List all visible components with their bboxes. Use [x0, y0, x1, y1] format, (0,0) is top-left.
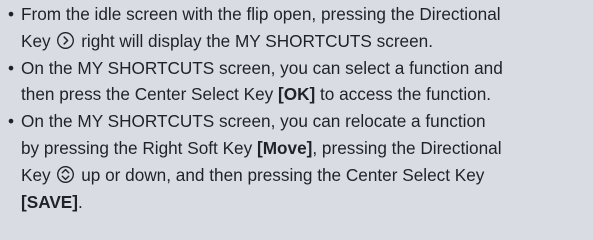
text-line: by pressing the Right Soft Key [Move], p…	[21, 135, 587, 162]
directional-up-down-icon	[56, 165, 75, 184]
text-run: , pressing the Directional	[312, 137, 502, 158]
text-line: On the MY SHORTCUTS screen, you can sele…	[21, 55, 587, 82]
list-item: • From the idle screen with the flip ope…	[8, 1, 587, 55]
text-run: then press the Center Select Key	[21, 84, 278, 105]
text-run: On the MY SHORTCUTS screen, you can sele…	[21, 57, 503, 78]
list-item: • On the MY SHORTCUTS screen, you can re…	[8, 108, 587, 215]
text-line: On the MY SHORTCUTS screen, you can relo…	[21, 108, 587, 135]
text-run: to access the function.	[315, 84, 492, 105]
bullet-dot: •	[8, 4, 15, 24]
text-run: On the MY SHORTCUTS screen, you can relo…	[21, 111, 486, 132]
text-line: then press the Center Select Key [OK] to…	[21, 81, 587, 108]
bullet-dot: •	[8, 57, 15, 78]
text-run: up or down, and then pressing the Center…	[81, 164, 485, 185]
directional-right-icon	[56, 31, 75, 50]
text-run: by pressing the Right Soft Key	[21, 137, 257, 158]
bullet-dot: •	[8, 111, 15, 132]
key-label-ok: [OK]	[278, 84, 316, 105]
text-line: Key up or down, and then pressing the Ce…	[21, 162, 587, 189]
text-run: Key	[21, 30, 51, 51]
instruction-panel: • From the idle screen with the flip ope…	[0, 0, 593, 240]
text-run: Key	[21, 164, 51, 185]
text-line: [SAVE].	[21, 189, 587, 216]
text-run: From the idle screen with the flip open,…	[21, 4, 501, 24]
list-item: • On the MY SHORTCUTS screen, you can se…	[8, 55, 587, 109]
key-label-save: [SAVE]	[21, 191, 78, 212]
text-line: Key right will display the MY SHORTCUTS …	[21, 28, 587, 55]
text-run: .	[77, 191, 83, 212]
text-run: right will display the MY SHORTCUTS scre…	[81, 30, 434, 51]
text-line: From the idle screen with the flip open,…	[21, 1, 587, 28]
key-label-move: [Move]	[256, 137, 313, 158]
instruction-list: • From the idle screen with the flip ope…	[8, 1, 587, 215]
